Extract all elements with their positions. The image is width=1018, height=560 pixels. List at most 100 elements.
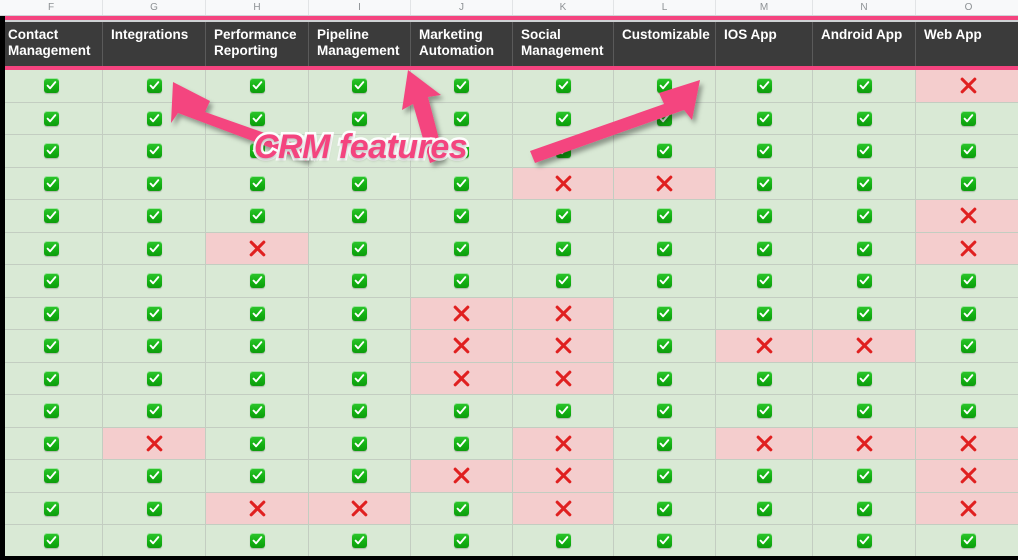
cell-n-2[interactable]: [813, 102, 916, 135]
cell-j-6[interactable]: [411, 232, 513, 265]
cell-n-1[interactable]: [813, 70, 916, 103]
cell-k-4[interactable]: [513, 167, 614, 200]
column-letter-o[interactable]: O: [916, 0, 1018, 15]
cell-o-1[interactable]: [916, 70, 1018, 103]
cell-m-14[interactable]: [716, 492, 813, 525]
cell-l-13[interactable]: [614, 460, 716, 493]
column-header-m[interactable]: IOS App: [716, 22, 813, 66]
column-header-l[interactable]: Customizable: [614, 22, 716, 66]
cell-g-5[interactable]: [103, 200, 206, 233]
cell-h-7[interactable]: [206, 265, 309, 298]
cell-g-12[interactable]: [103, 427, 206, 460]
cell-g-7[interactable]: [103, 265, 206, 298]
column-header-f[interactable]: Contact Management: [0, 22, 103, 66]
cell-n-7[interactable]: [813, 265, 916, 298]
cell-j-14[interactable]: [411, 492, 513, 525]
cell-j-12[interactable]: [411, 427, 513, 460]
cell-l-9[interactable]: [614, 330, 716, 363]
cell-k-2[interactable]: [513, 102, 614, 135]
cell-i-14[interactable]: [309, 492, 411, 525]
cell-n-8[interactable]: [813, 297, 916, 330]
cell-l-1[interactable]: [614, 70, 716, 103]
cell-h-10[interactable]: [206, 362, 309, 395]
cell-l-7[interactable]: [614, 265, 716, 298]
cell-k-6[interactable]: [513, 232, 614, 265]
cell-n-12[interactable]: [813, 427, 916, 460]
column-letter-g[interactable]: G: [103, 0, 206, 15]
cell-m-8[interactable]: [716, 297, 813, 330]
cell-n-3[interactable]: [813, 135, 916, 168]
cell-n-6[interactable]: [813, 232, 916, 265]
cell-i-4[interactable]: [309, 167, 411, 200]
cell-j-2[interactable]: [411, 102, 513, 135]
cell-m-2[interactable]: [716, 102, 813, 135]
cell-f-8[interactable]: [0, 297, 103, 330]
cell-f-9[interactable]: [0, 330, 103, 363]
cell-g-2[interactable]: [103, 102, 206, 135]
cell-k-13[interactable]: [513, 460, 614, 493]
cell-m-10[interactable]: [716, 362, 813, 395]
cell-k-7[interactable]: [513, 265, 614, 298]
cell-m-5[interactable]: [716, 200, 813, 233]
column-letter-k[interactable]: K: [513, 0, 614, 15]
cell-o-3[interactable]: [916, 135, 1018, 168]
cell-i-12[interactable]: [309, 427, 411, 460]
column-letter-m[interactable]: M: [716, 0, 813, 15]
cell-k-5[interactable]: [513, 200, 614, 233]
cell-g-13[interactable]: [103, 460, 206, 493]
cell-f-12[interactable]: [0, 427, 103, 460]
cell-g-15[interactable]: [103, 525, 206, 558]
cell-o-4[interactable]: [916, 167, 1018, 200]
cell-k-1[interactable]: [513, 70, 614, 103]
cell-m-12[interactable]: [716, 427, 813, 460]
cell-j-7[interactable]: [411, 265, 513, 298]
cell-l-11[interactable]: [614, 395, 716, 428]
cell-n-14[interactable]: [813, 492, 916, 525]
cell-f-2[interactable]: [0, 102, 103, 135]
cell-m-11[interactable]: [716, 395, 813, 428]
cell-l-8[interactable]: [614, 297, 716, 330]
cell-h-3[interactable]: [206, 135, 309, 168]
cell-f-5[interactable]: [0, 200, 103, 233]
cell-h-2[interactable]: [206, 102, 309, 135]
cell-l-6[interactable]: [614, 232, 716, 265]
cell-k-11[interactable]: [513, 395, 614, 428]
cell-n-4[interactable]: [813, 167, 916, 200]
cell-m-15[interactable]: [716, 525, 813, 558]
cell-h-6[interactable]: [206, 232, 309, 265]
cell-i-10[interactable]: [309, 362, 411, 395]
cell-i-11[interactable]: [309, 395, 411, 428]
column-header-g[interactable]: Integrations: [103, 22, 206, 66]
cell-i-13[interactable]: [309, 460, 411, 493]
cell-h-1[interactable]: [206, 70, 309, 103]
cell-h-15[interactable]: [206, 525, 309, 558]
cell-o-7[interactable]: [916, 265, 1018, 298]
column-letter-f[interactable]: F: [0, 0, 103, 15]
cell-i-6[interactable]: [309, 232, 411, 265]
column-letter-i[interactable]: I: [309, 0, 411, 15]
cell-f-13[interactable]: [0, 460, 103, 493]
cell-n-11[interactable]: [813, 395, 916, 428]
cell-o-11[interactable]: [916, 395, 1018, 428]
cell-o-10[interactable]: [916, 362, 1018, 395]
cell-g-1[interactable]: [103, 70, 206, 103]
cell-o-9[interactable]: [916, 330, 1018, 363]
cell-g-6[interactable]: [103, 232, 206, 265]
cell-f-3[interactable]: [0, 135, 103, 168]
cell-g-4[interactable]: [103, 167, 206, 200]
cell-f-15[interactable]: [0, 525, 103, 558]
cell-j-13[interactable]: [411, 460, 513, 493]
cell-j-4[interactable]: [411, 167, 513, 200]
cell-o-14[interactable]: [916, 492, 1018, 525]
column-header-k[interactable]: Social Management: [513, 22, 614, 66]
cell-j-15[interactable]: [411, 525, 513, 558]
cell-m-13[interactable]: [716, 460, 813, 493]
cell-k-9[interactable]: [513, 330, 614, 363]
cell-i-15[interactable]: [309, 525, 411, 558]
cell-m-7[interactable]: [716, 265, 813, 298]
column-header-i[interactable]: Pipeline Management: [309, 22, 411, 66]
cell-l-10[interactable]: [614, 362, 716, 395]
column-letter-n[interactable]: N: [813, 0, 916, 15]
cell-k-3[interactable]: [513, 135, 614, 168]
cell-m-4[interactable]: [716, 167, 813, 200]
